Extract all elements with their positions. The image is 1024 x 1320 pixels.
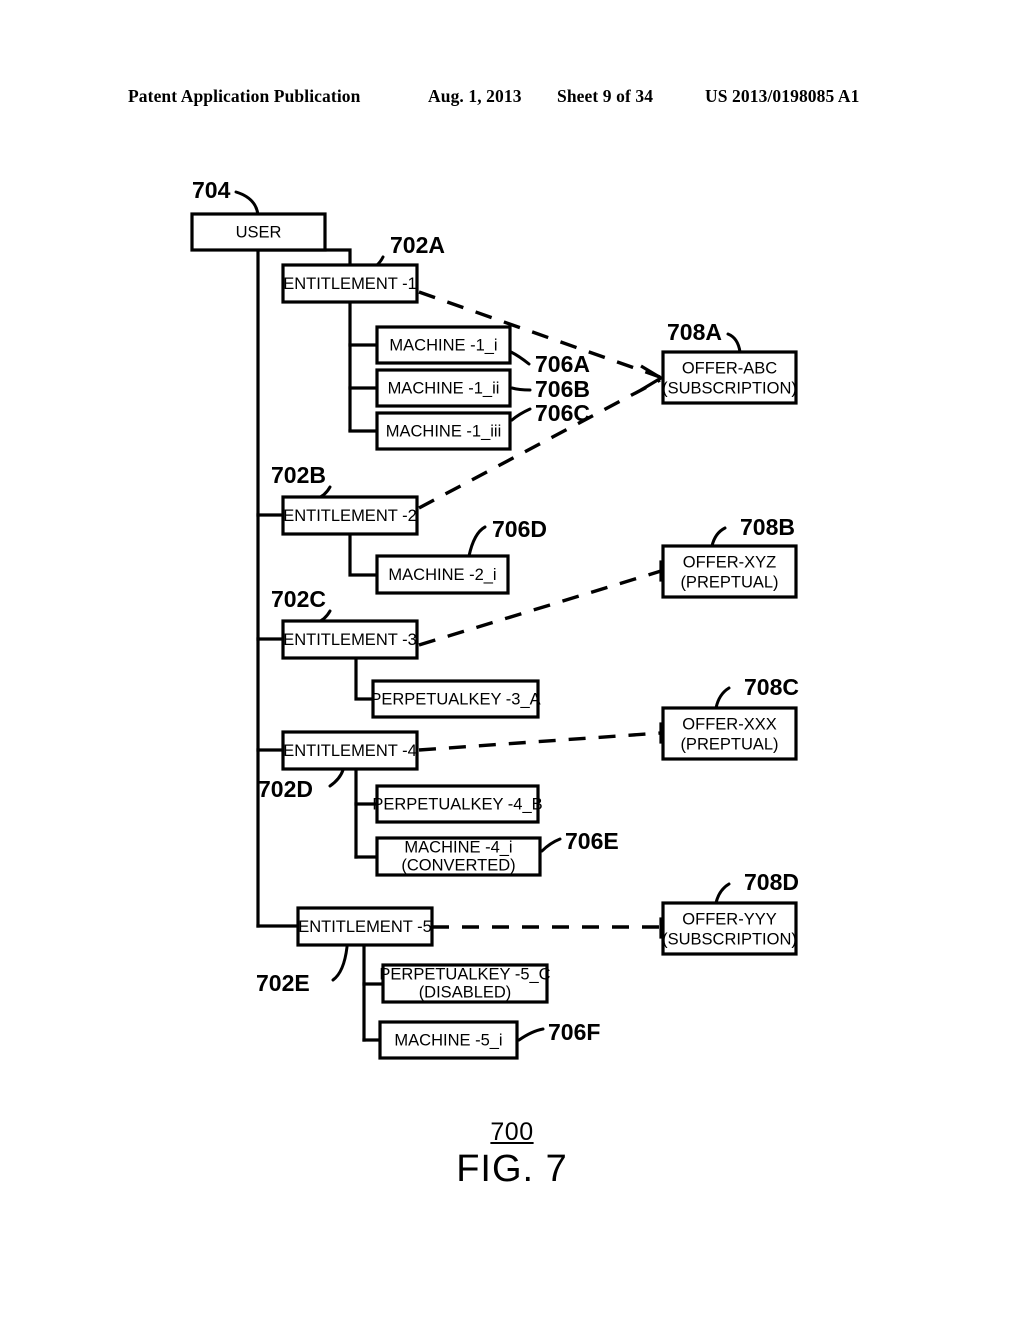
connector-user-to-ent1 xyxy=(256,248,352,267)
ref-706B: 706B xyxy=(535,376,590,402)
node-offer-xyz[interactable]: OFFER-XYZ (PREPTUAL) xyxy=(661,544,798,599)
node-perpetualkey-3-a[interactable]: PERPETUALKEY -3_A xyxy=(370,679,541,719)
node-machine-5-i[interactable]: MACHINE -5_i xyxy=(378,1020,519,1060)
figure-title: FIG. 7 xyxy=(456,1148,568,1190)
machine-1-i-label: MACHINE -1_i xyxy=(389,336,497,354)
ref-708D: 708D xyxy=(744,869,799,895)
node-offer-yyy[interactable]: OFFER-YYY (SUBSCRIPTION) xyxy=(661,901,798,956)
perpetualkey-3-a-label: PERPETUALKEY -3_A xyxy=(370,690,540,708)
node-user[interactable]: USER xyxy=(190,212,327,252)
node-machine-1-i[interactable]: MACHINE -1_i xyxy=(375,325,512,365)
machine-4-i-label-line1: MACHINE -4_i xyxy=(404,838,512,856)
offer-xyz-label-line2: (PREPTUAL) xyxy=(680,573,778,591)
perpetualkey-5-c-label-line1: PERPETUALKEY -5_C xyxy=(379,965,550,983)
offer-abc-label-line1: OFFER-ABC xyxy=(682,359,777,377)
entitlement-4-label: ENTITLEMENT -4 xyxy=(283,742,417,760)
arrow-into-offer-abc xyxy=(640,364,665,392)
entitlement-2-label: ENTITLEMENT -2 xyxy=(283,507,417,525)
leader-708A xyxy=(726,332,742,354)
node-entitlement-5[interactable]: ENTITLEMENT -5 xyxy=(296,906,434,947)
offer-yyy-label-line1: OFFER-YYY xyxy=(682,910,776,928)
perpetualkey-5-c-label-line2: (DISABLED) xyxy=(419,983,512,1001)
ref-706A: 706A xyxy=(535,351,590,377)
leader-706B xyxy=(510,386,532,392)
leader-708B xyxy=(710,526,727,548)
machine-1-ii-label: MACHINE -1_ii xyxy=(388,379,500,397)
dash-ent4-to-offer-xxx xyxy=(418,731,662,752)
ref-702E: 702E xyxy=(256,970,310,996)
node-machine-1-iii[interactable]: MACHINE -1_iii xyxy=(375,411,512,451)
node-perpetualkey-4-b[interactable]: PERPETUALKEY -4_B xyxy=(372,784,543,824)
ref-706F: 706F xyxy=(548,1019,600,1045)
entitlement-3-label: ENTITLEMENT -3 xyxy=(283,631,417,649)
leader-702E xyxy=(331,945,349,982)
figure-reference-number: 700 xyxy=(490,1118,534,1146)
ref-706E: 706E xyxy=(565,828,619,854)
leader-708D xyxy=(714,882,731,905)
leader-706E xyxy=(540,837,562,853)
node-offer-xxx[interactable]: OFFER-XXX (PREPTUAL) xyxy=(661,706,798,761)
ref-704: 704 xyxy=(192,177,231,203)
leader-706D xyxy=(467,525,487,558)
leader-704 xyxy=(234,190,260,217)
machine-5-i-label: MACHINE -5_i xyxy=(394,1031,502,1049)
node-entitlement-1[interactable]: ENTITLEMENT -1 xyxy=(281,263,419,304)
leader-706A xyxy=(509,350,531,366)
leader-706C xyxy=(510,407,532,422)
entitlement-1-label: ENTITLEMENT -1 xyxy=(283,275,417,293)
node-entitlement-3[interactable]: ENTITLEMENT -3 xyxy=(281,619,419,660)
node-machine-2-i[interactable]: MACHINE -2_i xyxy=(375,554,510,595)
node-entitlement-2[interactable]: ENTITLEMENT -2 xyxy=(281,495,419,536)
connector-ent2-m2i xyxy=(348,531,379,577)
ref-706D: 706D xyxy=(492,516,547,542)
machine-2-i-label: MACHINE -2_i xyxy=(388,566,496,584)
ref-708A: 708A xyxy=(667,319,722,345)
leader-708C xyxy=(714,686,731,710)
ref-708C: 708C xyxy=(744,674,799,700)
user-label: USER xyxy=(236,223,282,241)
offer-yyy-label-line2: (SUBSCRIPTION) xyxy=(662,930,797,948)
ref-702D: 702D xyxy=(258,776,313,802)
leader-702D xyxy=(328,768,345,788)
node-machine-1-ii[interactable]: MACHINE -1_ii xyxy=(375,368,512,408)
ref-702C: 702C xyxy=(271,586,326,612)
leader-706F xyxy=(517,1027,545,1042)
node-machine-4-i[interactable]: MACHINE -4_i (CONVERTED) xyxy=(375,836,542,877)
perpetualkey-4-b-label: PERPETUALKEY -4_B xyxy=(372,795,542,813)
offer-abc-label-line2: (SUBSCRIPTION) xyxy=(662,379,797,397)
machine-4-i-label-line2: (CONVERTED) xyxy=(401,856,515,874)
entitlement-5-label: ENTITLEMENT -5 xyxy=(298,918,432,936)
offer-xyz-label-line1: OFFER-XYZ xyxy=(683,553,777,571)
offer-xxx-label-line2: (PREPTUAL) xyxy=(680,735,778,753)
node-perpetualkey-5-c[interactable]: PERPETUALKEY -5_C (DISABLED) xyxy=(379,963,551,1004)
ref-702B: 702B xyxy=(271,462,326,488)
ref-706C: 706C xyxy=(535,400,590,426)
offer-xxx-label-line1: OFFER-XXX xyxy=(682,715,776,733)
ref-708B: 708B xyxy=(740,514,795,540)
node-entitlement-4[interactable]: ENTITLEMENT -4 xyxy=(281,730,419,771)
ref-702A: 702A xyxy=(390,232,445,258)
machine-1-iii-label: MACHINE -1_iii xyxy=(386,422,502,440)
node-offer-abc[interactable]: OFFER-ABC (SUBSCRIPTION) xyxy=(661,350,798,405)
